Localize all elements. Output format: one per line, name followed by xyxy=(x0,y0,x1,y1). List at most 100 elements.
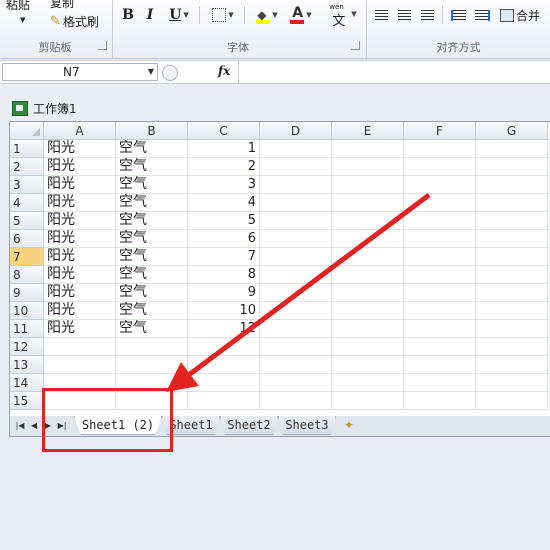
increase-indent-button[interactable] xyxy=(474,6,490,24)
chevron-down-icon[interactable]: ▼ xyxy=(148,67,154,76)
cell-c13[interactable] xyxy=(188,356,260,374)
cell-b12[interactable] xyxy=(116,338,188,356)
cell-g7[interactable] xyxy=(476,248,548,266)
row-header-9[interactable]: 9 xyxy=(10,284,44,302)
name-box[interactable]: N7 ▼ xyxy=(2,63,158,81)
phonetic-guide-button[interactable]: wén 文 ▼ xyxy=(326,2,360,29)
cell-a3[interactable]: 阳光 xyxy=(44,176,116,194)
cell-a9[interactable]: 阳光 xyxy=(44,284,116,302)
cell-e11[interactable] xyxy=(332,320,404,338)
cell-c14[interactable] xyxy=(188,374,260,392)
cell-b9[interactable]: 空气 xyxy=(116,284,188,302)
cell-a2[interactable]: 阳光 xyxy=(44,158,116,176)
cell-d1[interactable] xyxy=(260,140,332,158)
cell-g5[interactable] xyxy=(476,212,548,230)
row-header-7[interactable]: 7 xyxy=(10,248,44,266)
column-header-f[interactable]: F xyxy=(404,122,476,140)
worksheet-grid[interactable]: ABCDEFG 1 阳光 空气 1 2 阳光 空气 2 3 阳光 空气 3 4 阳光 空气 4 5 阳光 空气 5 6 阳… xyxy=(9,121,550,418)
cell-d12[interactable] xyxy=(260,338,332,356)
cell-e4[interactable] xyxy=(332,194,404,212)
cell-f7[interactable] xyxy=(404,248,476,266)
italic-button[interactable]: I xyxy=(142,6,158,24)
cell-e15[interactable] xyxy=(332,392,404,410)
cell-c2[interactable]: 2 xyxy=(188,158,260,176)
paste-dropdown-icon[interactable]: ▼ xyxy=(20,16,25,24)
cell-b10[interactable]: 空气 xyxy=(116,302,188,320)
font-launcher-icon[interactable] xyxy=(351,41,360,50)
cell-f2[interactable] xyxy=(404,158,476,176)
cell-d13[interactable] xyxy=(260,356,332,374)
cell-d8[interactable] xyxy=(260,266,332,284)
row-header-3[interactable]: 3 xyxy=(10,176,44,194)
cell-g4[interactable] xyxy=(476,194,548,212)
cell-d6[interactable] xyxy=(260,230,332,248)
cell-g15[interactable] xyxy=(476,392,548,410)
cell-g1[interactable] xyxy=(476,140,548,158)
copy-button[interactable]: 复制 xyxy=(50,0,74,11)
cell-e5[interactable] xyxy=(332,212,404,230)
cell-f10[interactable] xyxy=(404,302,476,320)
insert-function-button[interactable]: fx xyxy=(218,64,230,78)
cell-b7[interactable]: 空气 xyxy=(116,248,188,266)
cell-b2[interactable]: 空气 xyxy=(116,158,188,176)
align-center-button[interactable] xyxy=(396,6,412,24)
cell-d7[interactable] xyxy=(260,248,332,266)
row-header-5[interactable]: 5 xyxy=(10,212,44,230)
cell-b4[interactable]: 空气 xyxy=(116,194,188,212)
cell-f14[interactable] xyxy=(404,374,476,392)
cell-b1[interactable]: 空气 xyxy=(116,140,188,158)
prev-sheet-icon[interactable]: ◀ xyxy=(28,419,40,432)
cell-c10[interactable]: 10 xyxy=(188,302,260,320)
cell-a4[interactable]: 阳光 xyxy=(44,194,116,212)
cell-d5[interactable] xyxy=(260,212,332,230)
cell-g10[interactable] xyxy=(476,302,548,320)
decrease-indent-button[interactable] xyxy=(450,6,466,24)
cell-c4[interactable]: 4 xyxy=(188,194,260,212)
cell-g3[interactable] xyxy=(476,176,548,194)
cell-c9[interactable]: 9 xyxy=(188,284,260,302)
row-header-6[interactable]: 6 xyxy=(10,230,44,248)
row-header-4[interactable]: 4 xyxy=(10,194,44,212)
align-right-button[interactable] xyxy=(419,6,435,24)
column-header-d[interactable]: D xyxy=(260,122,332,140)
column-header-g[interactable]: G xyxy=(476,122,548,140)
underline-button[interactable]: U ▼ xyxy=(166,6,192,24)
row-header-1[interactable]: 1 xyxy=(10,140,44,158)
cell-e6[interactable] xyxy=(332,230,404,248)
cell-b5[interactable]: 空气 xyxy=(116,212,188,230)
cell-e1[interactable] xyxy=(332,140,404,158)
cell-b3[interactable]: 空气 xyxy=(116,176,188,194)
formula-bar-expand-icon[interactable] xyxy=(162,65,178,81)
cell-a6[interactable]: 阳光 xyxy=(44,230,116,248)
cell-a10[interactable]: 阳光 xyxy=(44,302,116,320)
align-left-button[interactable] xyxy=(373,6,389,24)
cell-e10[interactable] xyxy=(332,302,404,320)
cell-g2[interactable] xyxy=(476,158,548,176)
cell-b11[interactable]: 空气 xyxy=(116,320,188,338)
cell-f3[interactable] xyxy=(404,176,476,194)
cell-f8[interactable] xyxy=(404,266,476,284)
cell-c6[interactable]: 6 xyxy=(188,230,260,248)
cell-f6[interactable] xyxy=(404,230,476,248)
cell-f13[interactable] xyxy=(404,356,476,374)
cell-f9[interactable] xyxy=(404,284,476,302)
cell-e12[interactable] xyxy=(332,338,404,356)
cell-d9[interactable] xyxy=(260,284,332,302)
cell-e8[interactable] xyxy=(332,266,404,284)
cell-d15[interactable] xyxy=(260,392,332,410)
cell-b13[interactable] xyxy=(116,356,188,374)
cell-c11[interactable]: 12 xyxy=(188,320,260,338)
column-header-c[interactable]: C xyxy=(188,122,260,140)
cell-a8[interactable]: 阳光 xyxy=(44,266,116,284)
cell-a13[interactable] xyxy=(44,356,116,374)
cell-d2[interactable] xyxy=(260,158,332,176)
cell-c3[interactable]: 3 xyxy=(188,176,260,194)
cell-c7[interactable]: 7 xyxy=(188,248,260,266)
cell-g12[interactable] xyxy=(476,338,548,356)
cell-e7[interactable] xyxy=(332,248,404,266)
cell-f1[interactable] xyxy=(404,140,476,158)
column-header-b[interactable]: B xyxy=(116,122,188,140)
tab-sheet1-2[interactable]: Sheet1 (2) xyxy=(74,416,162,435)
workbook-title-bar[interactable]: 工作簿1 xyxy=(12,99,77,117)
cell-d3[interactable] xyxy=(260,176,332,194)
